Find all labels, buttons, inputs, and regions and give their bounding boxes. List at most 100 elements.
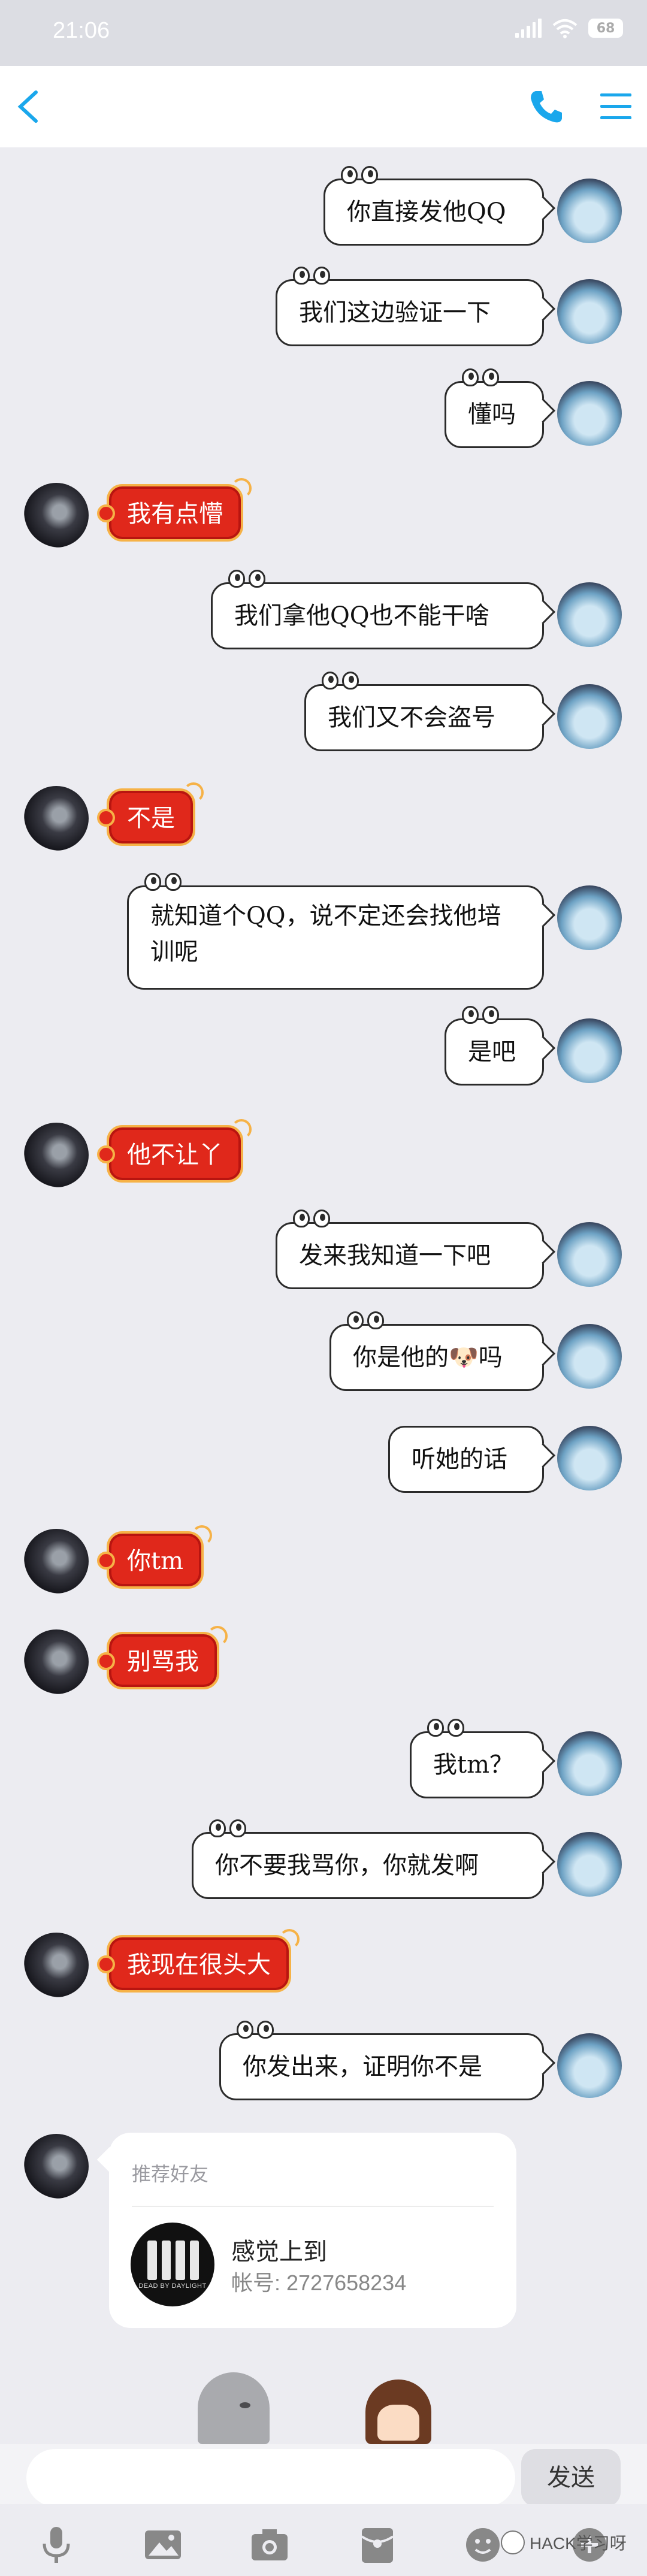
contact-avatar[interactable] <box>24 1629 89 1694</box>
signal-icon <box>515 19 542 38</box>
message-text: 别骂我 <box>127 1648 199 1676</box>
back-chevron-icon[interactable] <box>11 87 49 126</box>
boy-character-sticker <box>365 2380 431 2444</box>
my-message-bubble[interactable]: 你发出来，证明你不是 <box>219 2021 544 2100</box>
status-bar: 21:06 68 <box>0 0 647 66</box>
my-message-bubble[interactable]: 听她的话 <box>388 1426 544 1493</box>
status-time: 21:06 <box>53 18 110 43</box>
mic-icon[interactable] <box>35 2523 78 2566</box>
message-text: 你是他的🐶吗 <box>353 1344 503 1371</box>
bubble-eyes-decoration <box>341 166 382 185</box>
card-title: 推荐好友 <box>132 2163 209 2185</box>
logo-caption: DEAD BY DAYLIGHT <box>138 2282 207 2290</box>
my-avatar[interactable] <box>557 1832 622 1897</box>
message-text: 我现在很头大 <box>127 1951 271 1979</box>
my-message-bubble[interactable]: 我们又不会盗号 <box>304 672 544 751</box>
grey-character-sticker <box>198 2372 270 2444</box>
message-text: 发来我知道一下吧 <box>299 1242 491 1269</box>
my-message-bubble[interactable]: 你不要我骂你，你就发啊 <box>192 1819 544 1899</box>
image-icon[interactable] <box>141 2523 185 2566</box>
message-text: 我tm？ <box>433 1751 514 1779</box>
message-text: 我们这边验证一下 <box>299 299 491 326</box>
my-avatar[interactable] <box>557 279 622 344</box>
message-text: 我们拿他QQ也不能干啥 <box>234 602 489 630</box>
my-message-bubble[interactable]: 懂吗 <box>445 368 544 448</box>
recommend-friend-card[interactable]: 推荐好友 DEAD BY DAYLIGHT 感觉上到 帐号: 272765823… <box>109 2133 516 2328</box>
message-text: 不是 <box>127 805 175 832</box>
card-divider <box>132 2206 494 2207</box>
contact-message-bubble[interactable]: 别骂我 <box>97 1626 228 1689</box>
menu-icon[interactable] <box>598 90 634 123</box>
contact-avatar[interactable] <box>24 786 89 851</box>
message-text: 懂吗 <box>468 401 516 428</box>
my-avatar[interactable] <box>557 1324 622 1389</box>
bubble-eyes-decoration <box>462 368 503 388</box>
my-avatar[interactable] <box>557 1426 622 1490</box>
sticker-characters <box>198 2372 479 2444</box>
bubble-eyes-decoration <box>237 2021 277 2040</box>
message-text: 你不要我骂你，你就发啊 <box>215 1852 479 1879</box>
bubble-eyes-decoration <box>462 1006 503 1025</box>
my-message-bubble[interactable]: 你直接发他QQ <box>324 166 544 246</box>
wifi-icon <box>552 19 578 38</box>
my-message-bubble[interactable]: 我tm？ <box>410 1719 544 1798</box>
bubble-eyes-decoration <box>228 570 269 589</box>
my-avatar[interactable] <box>557 179 622 243</box>
watermark: HACK学习呀 <box>501 2530 627 2554</box>
my-avatar[interactable] <box>557 1018 622 1083</box>
contact-message-bubble[interactable]: 不是 <box>97 782 204 846</box>
contact-message-bubble[interactable]: 你tm <box>96 1525 213 1589</box>
my-message-bubble[interactable]: 发来我知道一下吧 <box>276 1210 544 1289</box>
bubble-eyes-decoration <box>347 1311 388 1331</box>
my-avatar[interactable] <box>557 885 622 950</box>
my-avatar[interactable] <box>557 684 622 749</box>
my-avatar[interactable] <box>557 2033 622 2098</box>
contact-message-bubble[interactable]: 我有点懵 <box>97 478 252 542</box>
message-text: 他不让丫 <box>127 1141 223 1169</box>
camera-icon[interactable] <box>248 2523 291 2566</box>
contact-avatar[interactable] <box>24 1529 89 1594</box>
bubble-eyes-decoration <box>322 672 362 691</box>
red-packet-icon[interactable] <box>356 2523 399 2566</box>
phone-icon[interactable] <box>527 87 566 126</box>
chat-header <box>0 66 647 147</box>
bubble-eyes-decoration <box>293 267 334 286</box>
my-message-bubble[interactable]: 是吧 <box>445 1006 544 1086</box>
contact-avatar[interactable] <box>24 483 89 548</box>
bubble-eyes-decoration <box>209 1819 250 1839</box>
my-avatar[interactable] <box>557 1731 622 1796</box>
message-text: 你发出来，证明你不是 <box>243 2053 482 2081</box>
message-text: 就知道个QQ，说不定还会找他培训呢 <box>150 902 501 966</box>
bubble-eyes-decoration <box>144 873 185 892</box>
my-message-bubble[interactable]: 我们拿他QQ也不能干啥 <box>211 570 544 649</box>
my-avatar[interactable] <box>557 1222 622 1287</box>
message-text: 听她的话 <box>412 1446 507 1473</box>
my-message-bubble[interactable]: 你是他的🐶吗 <box>329 1311 544 1391</box>
bubble-eyes-decoration <box>427 1719 468 1738</box>
my-avatar[interactable] <box>557 582 622 647</box>
message-text: 我们又不会盗号 <box>328 704 495 731</box>
friend-account: 帐号: 2727658234 <box>231 2270 407 2295</box>
my-message-bubble[interactable]: 就知道个QQ，说不定还会找他培训呢 <box>127 873 544 990</box>
contact-avatar[interactable] <box>24 2134 89 2199</box>
friend-name: 感觉上到 <box>231 2239 327 2265</box>
logo-claw-marks <box>147 2241 199 2280</box>
watermark-text: HACK学习呀 <box>530 2534 627 2553</box>
my-message-bubble[interactable]: 我们这边验证一下 <box>276 267 544 346</box>
wechat-icon <box>501 2530 525 2554</box>
battery-indicator: 68 <box>588 19 623 38</box>
contact-avatar[interactable] <box>24 1933 89 1997</box>
message-text: 你直接发他QQ <box>347 198 506 226</box>
emoji-icon[interactable] <box>461 2523 504 2566</box>
my-avatar[interactable] <box>557 381 622 446</box>
message-text: 是吧 <box>468 1038 516 1066</box>
contact-message-bubble[interactable]: 我现在很头大 <box>97 1929 300 1993</box>
contact-message-bubble[interactable]: 他不让丫 <box>97 1119 252 1183</box>
bubble-eyes-decoration <box>293 1210 334 1229</box>
message-input[interactable] <box>26 2449 515 2507</box>
send-button[interactable]: 发送 <box>521 2449 621 2507</box>
contact-avatar[interactable] <box>24 1123 89 1187</box>
friend-avatar-logo: DEAD BY DAYLIGHT <box>131 2223 214 2306</box>
status-icons: 68 <box>515 18 623 38</box>
message-text: 我有点懵 <box>127 500 223 528</box>
